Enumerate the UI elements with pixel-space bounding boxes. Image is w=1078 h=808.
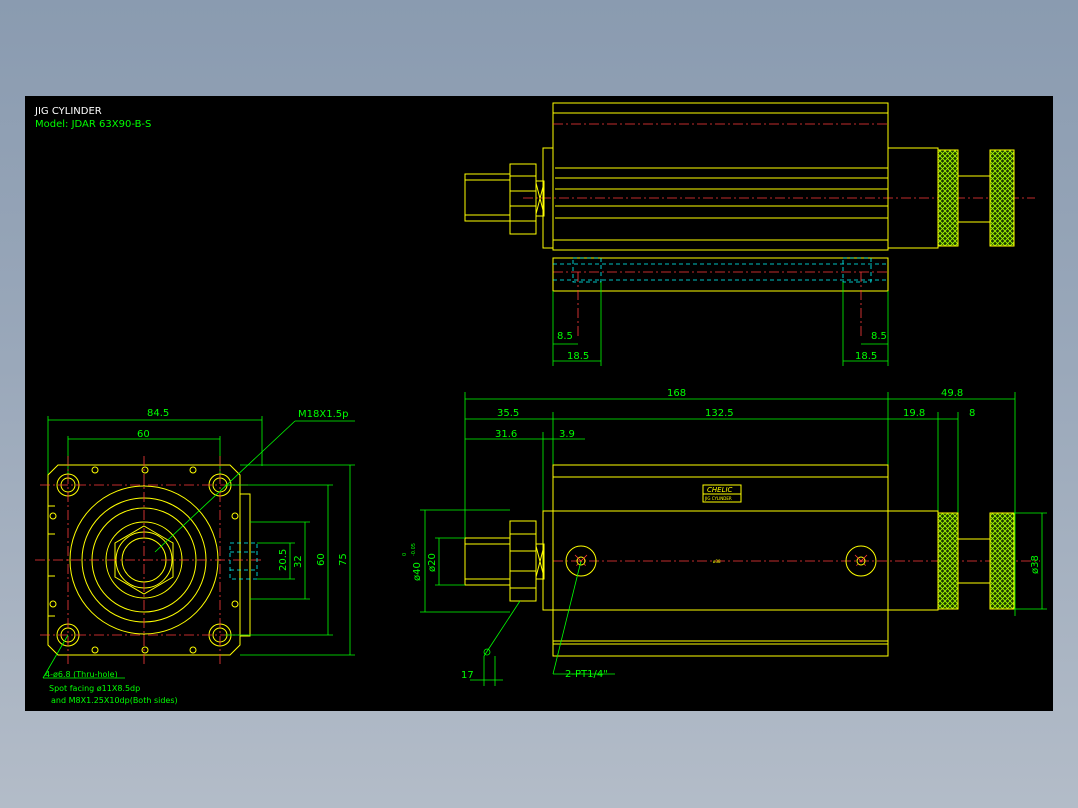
front-rod-nut xyxy=(509,520,537,602)
front-knurl-knob-1 xyxy=(937,512,959,610)
top-body-outline xyxy=(552,102,889,251)
front-dim-total: 168 xyxy=(667,388,686,399)
top-dim-left-inner: 8.5 xyxy=(557,331,573,342)
front-view: 168 49.8 35.5 132.5 19.8 8 31.6 3.9 CHEL… xyxy=(402,388,1047,686)
side-note-line-1: 4-ø6.8 (Thru-hole) xyxy=(45,670,118,679)
top-dim-right-outer: 18.5 xyxy=(855,351,877,362)
title-block: JIG CYLINDER Model: JDAR 63X90-B-S xyxy=(34,106,151,130)
side-thread-label: M18X1.5p xyxy=(298,409,348,420)
front-dim-tol-lower: -0.05 xyxy=(411,543,417,556)
svg-text:ø38: ø38 xyxy=(713,559,721,564)
side-dim-pitch: 60 xyxy=(137,429,150,440)
front-rod xyxy=(464,537,511,586)
top-rod xyxy=(464,173,511,222)
top-view: 8.5 18.5 8.5 18.5 xyxy=(464,102,1035,366)
drawing-svg: JIG CYLINDER Model: JDAR 63X90-B-S 8.5 1… xyxy=(34,102,1047,705)
front-port-label: 2-PT1/4" xyxy=(565,669,608,680)
front-dim-rod-end: 35.5 xyxy=(497,408,519,419)
side-port-hidden xyxy=(229,542,258,580)
side-dim-h-total: 75 xyxy=(338,553,349,566)
side-note-line-2: Spot facing ø11X8.5dp xyxy=(49,684,140,693)
side-dim-h-mid: 32 xyxy=(293,555,304,568)
top-knurl-knob-2 xyxy=(989,149,1015,247)
front-dim-rear-a: 19.8 xyxy=(903,408,925,419)
drawing-title: JIG CYLINDER xyxy=(34,106,102,117)
top-knurl-knob-1 xyxy=(937,149,959,247)
top-rod-nut xyxy=(509,163,537,235)
brand-logo-text: CHELIC xyxy=(707,486,733,494)
brand-plate: CHELIC JIG CYLINDER xyxy=(702,484,742,503)
cad-drawing-canvas[interactable]: JIG CYLINDER Model: JDAR 63X90-B-S 8.5 1… xyxy=(25,96,1053,711)
side-dim-width: 84.5 xyxy=(147,408,169,419)
front-dim-tol-upper: 0 xyxy=(402,553,408,556)
side-view: 84.5 60 20.5 32 60 75 M18X1.5p 4-ø6.8 (T… xyxy=(35,408,355,705)
brand-logo-sub: JIG CYLINDER xyxy=(704,496,732,501)
front-dim-rod-gap: 3.9 xyxy=(559,429,575,440)
front-dim-rear: 49.8 xyxy=(941,388,963,399)
side-dim-h-pitch: 60 xyxy=(316,553,327,566)
side-note-line-3: and M8X1.25X10dp(Both sides) xyxy=(51,696,178,705)
front-dim-body: 132.5 xyxy=(705,408,734,419)
front-dim-rod-len: 31.6 xyxy=(495,429,517,440)
front-dim-rod-dia: ø20 xyxy=(427,553,438,572)
side-dim-h-inner: 20.5 xyxy=(278,549,289,571)
front-knurl-knob-2 xyxy=(989,512,1015,610)
model-label: Model: JDAR 63X90-B-S xyxy=(35,119,151,130)
top-dim-right-inner: 8.5 xyxy=(871,331,887,342)
front-dim-rear-b: 8 xyxy=(969,408,975,419)
front-dim-boss: ø40 xyxy=(412,562,423,581)
top-dim-left-outer: 18.5 xyxy=(567,351,589,362)
front-dim-bore: ø38 xyxy=(1030,555,1041,574)
front-dim-wrench: 17 xyxy=(461,670,474,681)
